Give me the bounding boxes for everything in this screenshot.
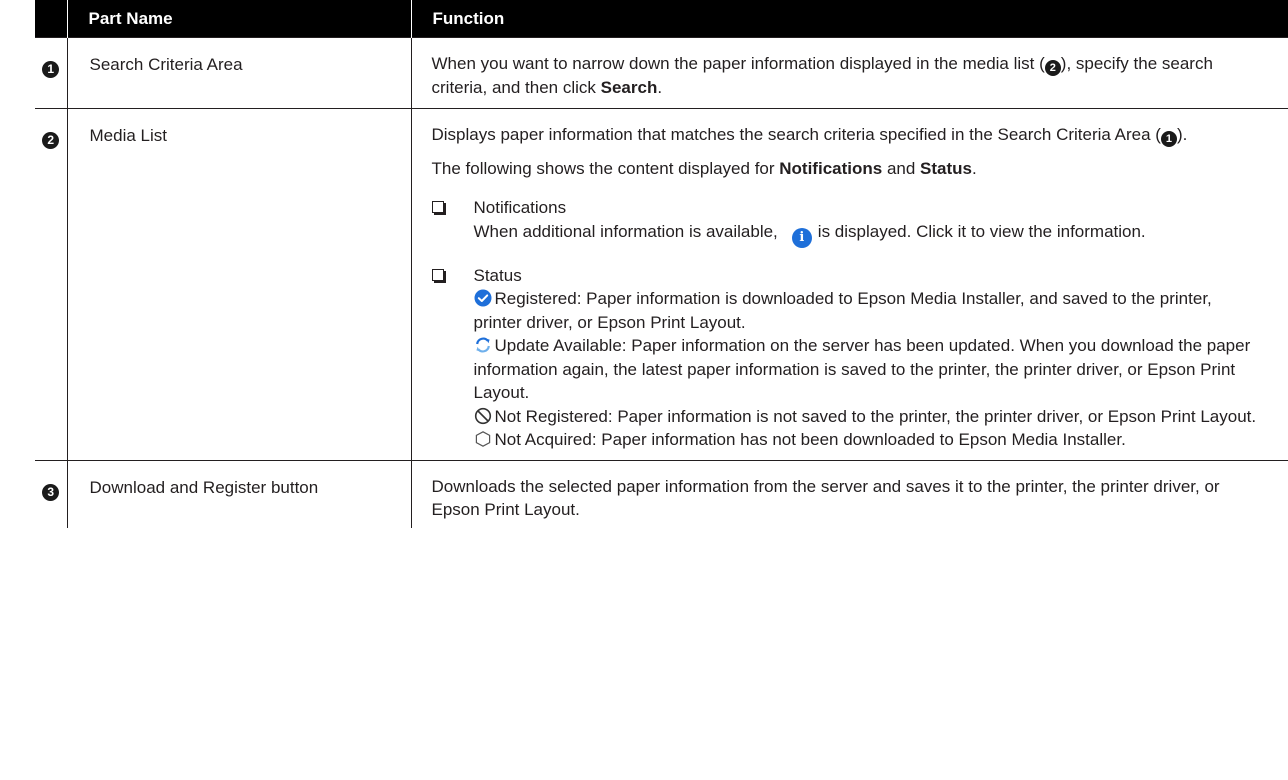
- function-text: When you want to narrow down the paper i…: [431, 54, 1213, 97]
- parts-table: Part Name Function 1 Search Criteria Are…: [35, 0, 1288, 528]
- function-text: Displays paper information that matches …: [431, 124, 1188, 147]
- header-number: [35, 0, 67, 38]
- part-name-cell: Search Criteria Area: [66, 37, 411, 108]
- number-badge-2: 2: [42, 131, 60, 149]
- info-icon: i: [791, 227, 812, 248]
- notifications-bullet: Notifications When additional informatio…: [431, 196, 1265, 248]
- not-registered-icon: [474, 407, 491, 424]
- status-item: Not Registered: Paper information is not…: [474, 405, 1265, 429]
- function-cell: Displays paper information that matches …: [410, 107, 1288, 460]
- function-text: Downloads the selected paper information…: [431, 476, 1220, 520]
- status-item: Registered: Paper information is downloa…: [473, 289, 1212, 332]
- notifications-text: When additional information is available…: [474, 220, 1265, 248]
- checkbox-bullet-icon: [431, 196, 474, 248]
- checkbox-bullet-icon: [431, 264, 474, 452]
- header-function: Function: [410, 0, 1288, 38]
- part-name-cell: Download and Register button: [66, 459, 411, 528]
- update-available-icon: [475, 337, 490, 353]
- status-title: Status: [473, 265, 522, 285]
- table-header-row: Part Name Function: [35, 0, 1288, 38]
- table-row: 3 Download and Register button Downloads…: [35, 459, 1288, 528]
- function-cell: When you want to narrow down the paper i…: [410, 37, 1288, 108]
- search-label: Search: [600, 78, 658, 97]
- notifications-title: Notifications: [473, 198, 567, 217]
- number-badge-1: 1: [42, 61, 60, 78]
- registered-check-icon: [474, 289, 491, 307]
- reference-badge: 2: [1044, 60, 1061, 76]
- row-number-cell: 3: [35, 459, 67, 528]
- part-name-cell: Media List: [66, 107, 411, 460]
- row-number-cell: 1: [35, 37, 67, 108]
- header-part-name: Part Name: [66, 0, 411, 38]
- status-item: Not Acquired: Paper information has not …: [474, 428, 1265, 452]
- table-row: 2 Media List Displays paper information …: [35, 107, 1288, 460]
- status-item: Update Available: Paper information on t…: [473, 336, 1251, 402]
- number-badge-3: 3: [42, 483, 60, 501]
- table-row: 1 Search Criteria Area When you want to …: [35, 37, 1288, 108]
- function-text: The following shows the content displaye…: [431, 158, 977, 178]
- not-acquired-icon: [475, 431, 490, 447]
- reference-badge: 1: [1160, 130, 1177, 147]
- status-bullet: Status Registered: Paper information is …: [431, 264, 1265, 452]
- function-cell: Downloads the selected paper information…: [410, 459, 1288, 528]
- row-number-cell: 2: [35, 107, 67, 460]
